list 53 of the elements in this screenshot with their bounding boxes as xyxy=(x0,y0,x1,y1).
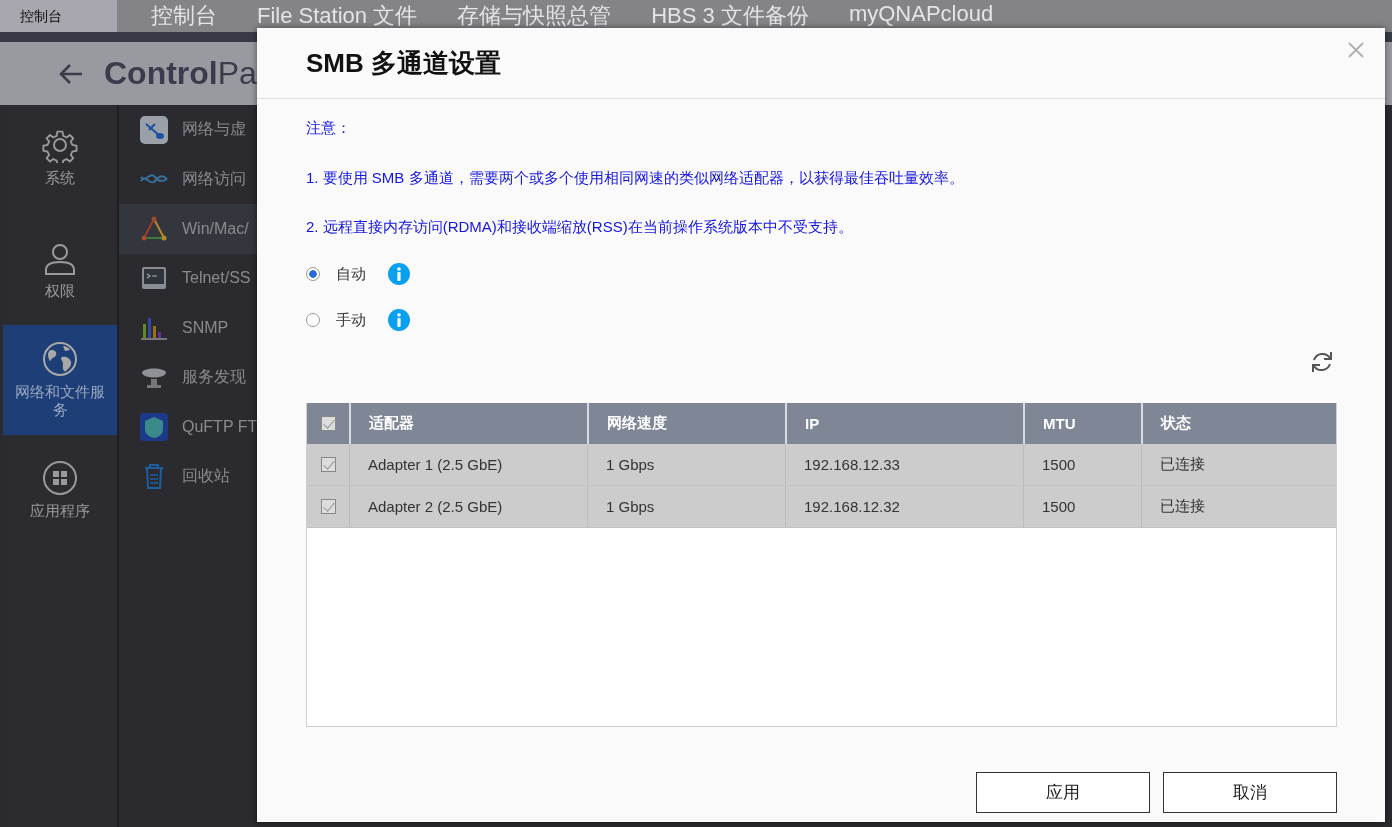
menu-item[interactable]: Telnet/SS xyxy=(119,253,259,303)
table-cell: Adapter 1 (2.5 GbE) xyxy=(350,444,588,485)
select-all-checkbox[interactable] xyxy=(320,416,336,431)
radio-label[interactable]: 自动 xyxy=(336,264,366,284)
dialog-button[interactable]: 取消 xyxy=(1163,772,1337,813)
table-cell: 1500 xyxy=(1024,486,1142,527)
menu-item[interactable]: QuFTP FT xyxy=(119,402,259,452)
note-text: 注意： xyxy=(306,118,352,138)
apps-icon xyxy=(42,460,78,496)
table-cell: 1 Gbps xyxy=(588,444,786,485)
menu-item[interactable]: 网络与虚 xyxy=(119,105,259,155)
network-icon xyxy=(140,115,168,144)
sidebar-item[interactable]: 权限 xyxy=(3,215,117,325)
radio-button[interactable] xyxy=(306,267,320,281)
background-tab[interactable]: 存储与快照总管 xyxy=(457,1,612,31)
sidebar-item[interactable]: 系统 xyxy=(3,123,117,215)
sidebar-item[interactable]: 应用程序 xyxy=(3,435,117,545)
background-tab[interactable]: myQNAPcloud xyxy=(848,1,994,31)
table-cell: 1500 xyxy=(1024,444,1142,485)
info-icon[interactable] xyxy=(388,263,410,285)
table-cell: 192.168.12.33 xyxy=(786,444,1024,485)
dialog-title: SMB 多通道设置 xyxy=(306,46,501,80)
row-checkbox[interactable] xyxy=(320,499,336,514)
page-title: ControlPa xyxy=(104,55,257,92)
menu-item[interactable]: 网络访问 xyxy=(119,154,259,204)
menu-item[interactable]: Win/Mac/ xyxy=(119,204,259,254)
radio-button[interactable] xyxy=(306,313,320,327)
table-cell: 192.168.12.32 xyxy=(786,486,1024,527)
background-tab[interactable]: File Station 文件 xyxy=(257,1,418,31)
radio-label[interactable]: 手动 xyxy=(336,310,366,330)
row-checkbox[interactable] xyxy=(320,457,336,472)
info-icon[interactable] xyxy=(388,309,410,331)
table-cell-text: 已连接 xyxy=(1159,454,1206,474)
note-text: 2. 远程直接内存访问(RDMA)和接收端缩放(RSS)在当前操作系统版本中不受支持。 xyxy=(306,217,854,237)
table-cell: Adapter 2 (2.5 GbE) xyxy=(350,486,588,527)
globe-icon xyxy=(42,341,78,377)
menu-item[interactable]: 回收站 xyxy=(119,451,259,501)
dialog-button[interactable]: 应用 xyxy=(976,772,1150,813)
background-tab[interactable]: 控制台 xyxy=(151,1,217,31)
app-title: 控制台 xyxy=(0,0,117,32)
background-tab[interactable]: HBS 3 文件备份 xyxy=(651,1,809,31)
ftp-icon xyxy=(140,412,168,441)
menu-item[interactable]: SNMP xyxy=(119,303,259,353)
menu-item[interactable]: 服务发现 xyxy=(119,352,259,402)
column-header: 状态 xyxy=(1159,413,1192,433)
sidebar-item[interactable]: 网络和文件服务 xyxy=(3,325,117,435)
back-arrow-icon[interactable] xyxy=(58,62,84,85)
triangle-icon xyxy=(140,214,168,243)
table-cell-text: 已连接 xyxy=(1159,496,1206,516)
refresh-icon[interactable] xyxy=(1309,349,1335,375)
note-text: 1. 要使用 SMB 多通道，需要两个或多个使用相同网速的类似网络适配器，以获得最佳吞吐量效率。 xyxy=(306,168,965,188)
table-cell: 1 Gbps xyxy=(588,486,786,527)
close-icon[interactable] xyxy=(1347,41,1365,59)
